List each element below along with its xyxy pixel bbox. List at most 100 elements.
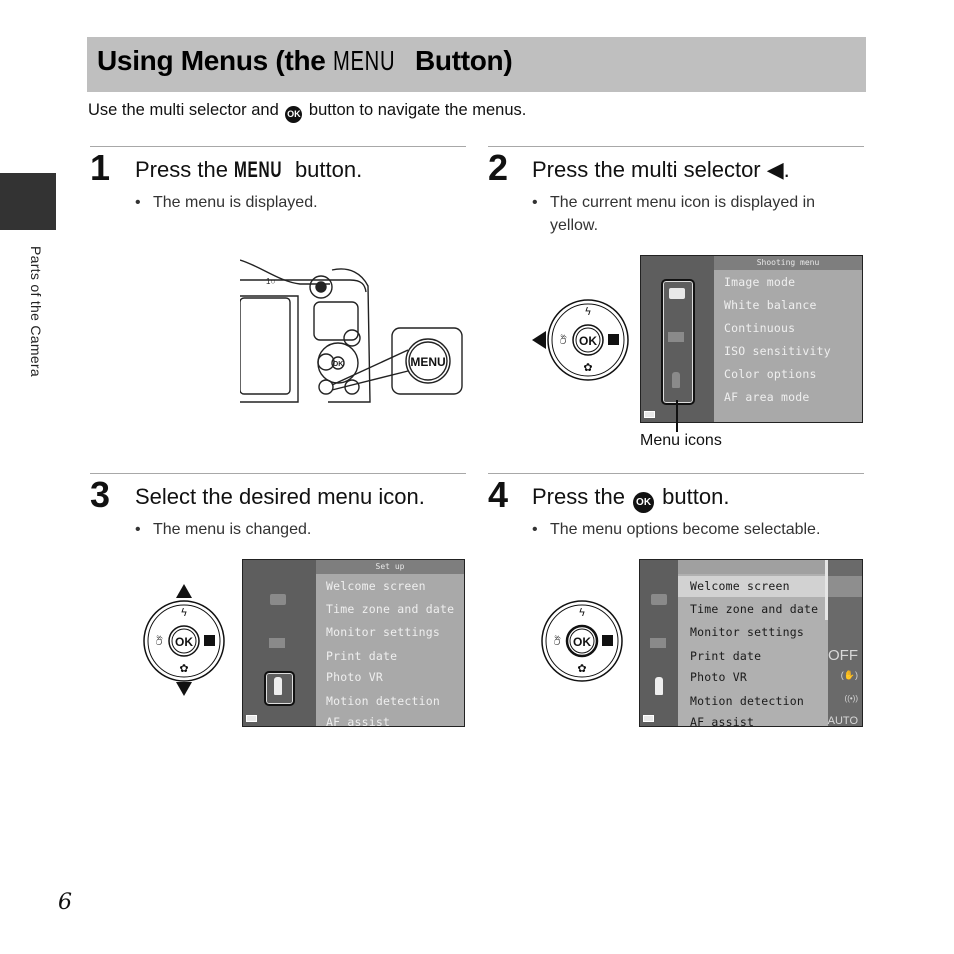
- camera-icon: [270, 594, 286, 605]
- step-1-heading: Press the MENU button.: [135, 157, 362, 183]
- step-4-heading: Press the OK button.: [532, 484, 729, 513]
- macro-icon: ✿: [577, 662, 586, 675]
- down-arrow-icon: [176, 682, 192, 696]
- photo-vr-value-icon: (✋): [840, 670, 858, 680]
- menu-item: AF assist: [326, 715, 391, 727]
- step-4-bullet-text: The menu options become selectable.: [550, 521, 821, 538]
- step-3-heading: Select the desired menu icon.: [135, 484, 425, 509]
- exposure-icon: [602, 635, 613, 646]
- step-3-bullet-text: The menu is changed.: [153, 521, 312, 538]
- battery-icon: [644, 411, 655, 418]
- page-title: Using Menus (the MENU Button): [97, 45, 513, 77]
- svg-text:1○: 1○: [266, 277, 275, 286]
- flash-icon: ϟ: [180, 606, 187, 619]
- menu-item: AF area mode: [724, 390, 810, 404]
- flash-icon: ϟ: [584, 305, 591, 318]
- step-1-bullet-text: The menu is displayed.: [153, 194, 318, 211]
- multi-selector-illustration: OK ϟ ඊ ✿: [541, 600, 623, 682]
- ok-label: OK: [175, 635, 193, 649]
- battery-icon: [643, 715, 654, 722]
- step-2-bullet-text: The current menu icon is displayed in ye…: [550, 194, 816, 234]
- menu-item: White balance: [724, 298, 817, 312]
- camera-screen-shooting-menu: Shooting menu Image mode White balance C…: [640, 255, 863, 423]
- exposure-icon: [608, 334, 619, 345]
- step-4-heading-after: button.: [656, 484, 730, 509]
- menu-item: Photo VR: [690, 670, 747, 684]
- menu-item: Motion detection: [326, 694, 440, 708]
- screen-header: Shooting menu: [714, 256, 862, 270]
- wrench-icon: [655, 677, 663, 695]
- scrollbar[interactable]: [825, 560, 828, 620]
- menu-icons-callout: Menu icons: [640, 432, 722, 449]
- intro-before: Use the multi selector and: [88, 101, 284, 119]
- step-2-heading-before: Press the multi selector: [532, 157, 767, 182]
- menu-item: Monitor settings: [690, 625, 804, 639]
- step-4-number: 4: [488, 474, 509, 515]
- movie-icon: [668, 332, 684, 342]
- menu-item: Monitor settings: [326, 625, 440, 639]
- menu-key-glyph: MENU: [234, 157, 283, 182]
- title-prefix: Using Menus (the: [97, 45, 334, 76]
- camera-icon: [651, 594, 667, 605]
- step-2-heading-after: .: [783, 157, 790, 182]
- step-1-heading-after: button.: [288, 157, 363, 182]
- intro-text: Use the multi selector and OK button to …: [88, 101, 526, 123]
- battery-icon: [246, 715, 257, 722]
- self-timer-icon: ඊ: [560, 334, 567, 347]
- af-assist-value: AUTO: [827, 715, 858, 727]
- menu-button-callout: MENU: [410, 355, 445, 369]
- camera-screen-setup-menu: Set up Welcome screen Time zone and date…: [242, 559, 465, 727]
- self-timer-icon: ඊ: [156, 635, 163, 648]
- menu-item: Motion detection: [690, 694, 804, 708]
- exposure-icon: [204, 635, 215, 646]
- screen-header: Set up: [316, 560, 464, 574]
- left-arrow-icon: [532, 331, 546, 349]
- camera-icon: [669, 288, 685, 299]
- wrench-icon: [274, 677, 282, 695]
- menu-item: Print date: [690, 649, 762, 663]
- up-arrow-icon: [176, 584, 192, 598]
- motion-detection-value-icon: ((•)): [844, 694, 858, 703]
- ok-label: OK: [573, 635, 591, 649]
- selected-value-cell: [828, 576, 862, 597]
- menu-item: Image mode: [724, 275, 796, 289]
- step-1-heading-before: Press the: [135, 157, 235, 182]
- self-timer-icon: ඊ: [554, 635, 561, 648]
- screen-header: [678, 560, 828, 574]
- step-2-rule: [488, 146, 864, 147]
- menu-key-glyph: MENU: [333, 45, 396, 76]
- menu-item: ISO sensitivity: [724, 344, 831, 358]
- step-1-rule: [90, 146, 466, 147]
- menu-item: Photo VR: [326, 670, 383, 684]
- step-4-heading-before: Press the: [532, 484, 632, 509]
- step-2-heading: Press the multi selector ◀.: [532, 157, 790, 183]
- menu-item: Time zone and date: [326, 602, 455, 616]
- step-2-number: 2: [488, 147, 509, 188]
- left-arrow-icon: ◀: [766, 157, 784, 182]
- menu-item: AF assist: [690, 715, 755, 727]
- step-4-rule: [488, 473, 864, 474]
- step-4-bullet: • The menu options become selectable.: [532, 521, 821, 538]
- ok-button-icon: OK: [633, 492, 655, 513]
- title-suffix: Button): [407, 45, 513, 76]
- menu-item: Print date: [326, 649, 398, 663]
- step-1-number: 1: [90, 147, 111, 188]
- menu-item: Time zone and date: [690, 602, 819, 616]
- multi-selector-illustration: OK ϟ ඊ ✿: [532, 299, 629, 381]
- menu-item: Welcome screen: [326, 579, 426, 593]
- section-tab: [0, 173, 56, 230]
- movie-icon: [269, 638, 285, 648]
- step-1-bullet: • The menu is displayed.: [135, 194, 318, 211]
- page-number: 6: [58, 890, 72, 915]
- menu-item-selected: Welcome screen: [690, 579, 790, 593]
- svg-text:OK: OK: [333, 361, 344, 368]
- step-3-rule: [90, 473, 466, 474]
- wrench-icon: [672, 372, 680, 388]
- step-3-bullet: • The menu is changed.: [135, 521, 312, 538]
- movie-icon: [650, 638, 666, 648]
- camera-back-illustration: 1○ OK MENU: [240, 259, 463, 403]
- step-3-number: 3: [90, 474, 111, 515]
- menu-item: Color options: [724, 367, 817, 381]
- section-label: Parts of the Camera: [28, 246, 44, 377]
- intro-after: button to navigate the menus.: [304, 101, 527, 119]
